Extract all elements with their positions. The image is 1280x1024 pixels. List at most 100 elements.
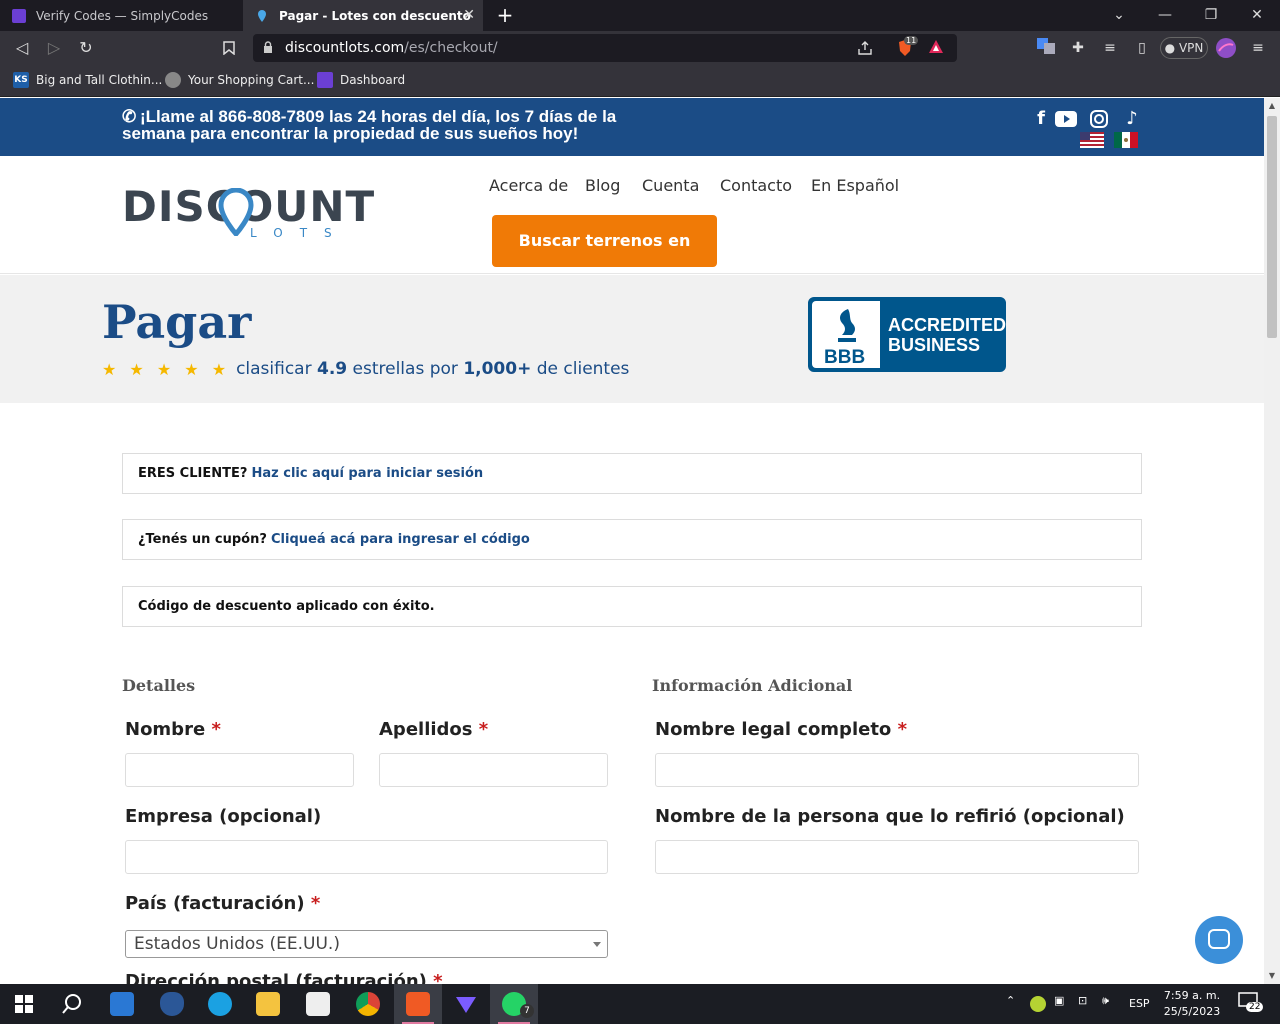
forward-button[interactable]: ▷: [43, 37, 65, 59]
folder-icon: [256, 992, 280, 1016]
tiktok-icon[interactable]: ♪: [1121, 108, 1143, 130]
language-indicator[interactable]: ESP: [1129, 997, 1150, 1010]
tray-app-icon[interactable]: [1030, 996, 1046, 1012]
scroll-up-arrow-icon[interactable]: ▲: [1264, 98, 1280, 114]
phone-icon: ✆: [122, 107, 137, 126]
nav-about[interactable]: Acerca de: [489, 176, 568, 195]
new-tab-button[interactable]: +: [494, 4, 516, 26]
device-icon[interactable]: ▣: [1054, 994, 1064, 1007]
scrollbar-thumb[interactable]: [1267, 116, 1277, 338]
referrer-input[interactable]: [655, 840, 1139, 874]
file-explorer-button[interactable]: [244, 984, 292, 1024]
close-tab-icon[interactable]: ✕: [463, 7, 475, 23]
bbb-accredited-badge[interactable]: BBB ACCREDITED BUSINESS: [808, 297, 1006, 372]
bookmark-label: Big and Tall Clothin...: [36, 73, 163, 87]
brave-badge: 11: [904, 36, 919, 45]
company-input[interactable]: [125, 840, 608, 874]
chat-launcher-button[interactable]: [1195, 916, 1243, 964]
additional-info-heading: Información Adicional: [652, 676, 853, 695]
windows-taskbar: 7 ⌃ ▣ ⊡ 🕪 ESP 7:59 a. m. 25/5/2023 22: [0, 984, 1280, 1024]
brave-shields-icon[interactable]: 11: [895, 36, 919, 58]
page-scrollbar[interactable]: ▲ ▼: [1264, 98, 1280, 984]
media-queue-icon[interactable]: ≡: [1100, 38, 1120, 58]
globe-icon: [165, 72, 181, 88]
instagram-icon[interactable]: [1088, 108, 1110, 130]
nav-account[interactable]: Cuenta: [642, 176, 699, 195]
last-name-input[interactable]: [379, 753, 608, 787]
extensions-puzzle-icon[interactable]: ✚: [1068, 38, 1088, 58]
youtube-icon[interactable]: [1055, 108, 1077, 130]
first-name-input[interactable]: [125, 753, 354, 787]
tab-title: Pagar - Lotes con descuento: [279, 8, 471, 23]
country-label: País (facturación) *: [125, 893, 321, 914]
bbb-logo: BBB: [812, 301, 880, 368]
brave-rewards-icon[interactable]: [927, 38, 947, 58]
edge-button[interactable]: [196, 984, 244, 1024]
brave-button[interactable]: [394, 984, 442, 1024]
tab-verify-codes[interactable]: Verify Codes — SimplyCodes: [0, 0, 243, 31]
phone-banner: ✆ ¡Llame al 866-808-7809 las 24 horas del…: [122, 107, 617, 143]
tab-checkout[interactable]: Pagar - Lotes con descuento ✕: [243, 0, 483, 31]
nav-contact[interactable]: Contacto: [720, 176, 792, 195]
reload-button[interactable]: ↻: [75, 37, 97, 59]
close-window-button[interactable]: ✕: [1234, 0, 1280, 31]
back-button[interactable]: ◁: [11, 37, 33, 59]
address-bar[interactable]: discountlots.com/es/checkout/ 11: [253, 34, 957, 62]
company-label: Empresa (opcional): [125, 806, 322, 827]
tab-title: Verify Codes — SimplyCodes: [36, 8, 209, 23]
search-icon: [62, 994, 81, 1014]
us-flag-icon[interactable]: [1080, 132, 1104, 148]
page-title: Pagar: [102, 295, 252, 349]
legal-name-input[interactable]: [655, 753, 1139, 787]
security-app-button[interactable]: [148, 984, 196, 1024]
location-pin-icon: [218, 188, 254, 236]
mexico-flag-icon[interactable]: [1114, 132, 1138, 148]
profile-avatar[interactable]: [1216, 38, 1236, 58]
translate-extension-icon[interactable]: [1036, 38, 1056, 58]
whatsapp-badge: 7: [520, 1004, 534, 1018]
volume-icon[interactable]: 🕪: [1102, 994, 1109, 1008]
scroll-down-arrow-icon[interactable]: ▼: [1264, 968, 1280, 984]
tab-list-chevron-icon[interactable]: ⌄: [1096, 0, 1142, 31]
search-button[interactable]: [48, 984, 96, 1024]
whatsapp-button[interactable]: 7: [490, 984, 538, 1024]
vpn-triangle-icon: [456, 997, 476, 1013]
menu-hamburger-icon[interactable]: ≡: [1248, 38, 1268, 58]
bookmark-item[interactable]: KS Big and Tall Clothin...: [13, 72, 162, 88]
share-icon[interactable]: [857, 38, 877, 58]
network-icon[interactable]: ⊡: [1078, 994, 1087, 1007]
notification-count-badge: 22: [1246, 1002, 1264, 1012]
proton-vpn-button[interactable]: [442, 984, 490, 1024]
mail-app-button[interactable]: [98, 984, 146, 1024]
last-name-label: Apellidos *: [379, 719, 489, 740]
bbb-text: ACCREDITED BUSINESS: [888, 315, 1007, 355]
bookmark-icon[interactable]: [218, 37, 240, 59]
restore-button[interactable]: ❐: [1188, 0, 1234, 31]
nav-spanish[interactable]: En Español: [811, 176, 899, 195]
facebook-icon[interactable]: f: [1030, 108, 1052, 130]
bookmark-item[interactable]: Dashboard: [317, 72, 405, 88]
notification-center-icon[interactable]: 22: [1238, 992, 1264, 1013]
country-select-value: Estados Unidos (EE.UU.): [134, 934, 340, 954]
show-hidden-icons-chevron-icon[interactable]: ⌃: [1006, 994, 1015, 1007]
bookmark-label: Dashboard: [340, 73, 406, 87]
store-button[interactable]: [294, 984, 342, 1024]
dropdown-caret-icon: [593, 942, 601, 947]
country-select[interactable]: Estados Unidos (EE.UU.): [125, 930, 608, 958]
start-button[interactable]: [0, 984, 48, 1024]
coupon-link[interactable]: Cliqueá acá para ingresar el código: [271, 532, 530, 547]
lock-icon: [264, 41, 272, 53]
discountlots-logo[interactable]: DISCOUNT LOTS: [122, 186, 375, 241]
login-link[interactable]: Haz clic aquí para iniciar sesión: [252, 466, 484, 481]
nav-blog[interactable]: Blog: [585, 176, 620, 195]
search-land-button[interactable]: Buscar terrenos en venta: [492, 215, 717, 302]
store-icon: [306, 992, 330, 1016]
rating-line: ★ ★ ★ ★ ★ clasificar 4.9 estrellas por 1…: [102, 359, 630, 379]
vpn-button[interactable]: ● VPN: [1160, 37, 1208, 59]
minimize-button[interactable]: —: [1142, 0, 1188, 31]
url-text: discountlots.com/es/checkout/: [285, 40, 498, 56]
sidebar-toggle-icon[interactable]: ▯: [1132, 38, 1152, 58]
clock[interactable]: 7:59 a. m. 25/5/2023: [1160, 988, 1224, 1020]
bookmark-item[interactable]: Your Shopping Cart...: [165, 72, 314, 88]
chrome-button[interactable]: [344, 984, 392, 1024]
